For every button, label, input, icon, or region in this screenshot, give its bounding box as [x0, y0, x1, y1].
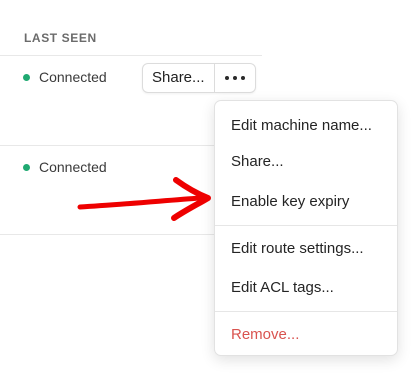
more-options-button[interactable] — [215, 64, 255, 92]
share-button[interactable]: Share... — [143, 64, 215, 92]
status-indicator: Connected — [23, 69, 107, 85]
status-dot-icon — [23, 73, 30, 81]
row-divider — [0, 145, 215, 146]
status-indicator: Connected — [23, 159, 107, 175]
header-divider — [0, 55, 262, 56]
ellipsis-icon — [240, 76, 245, 80]
status-text: Connected — [39, 69, 107, 85]
menu-item-share[interactable]: Share... — [231, 153, 284, 170]
context-menu: Edit machine name... Share... Enable key… — [214, 100, 398, 356]
row-divider — [0, 234, 215, 235]
menu-item-remove[interactable]: Remove... — [231, 326, 299, 343]
menu-item-enable-key-expiry[interactable]: Enable key expiry — [231, 193, 349, 210]
ellipsis-icon — [224, 76, 229, 80]
menu-separator — [215, 311, 397, 312]
menu-separator — [215, 225, 397, 226]
status-text: Connected — [39, 159, 107, 175]
row-actions: Share... — [142, 63, 256, 93]
ellipsis-icon — [232, 76, 237, 80]
menu-item-edit-machine-name[interactable]: Edit machine name... — [231, 117, 372, 134]
menu-item-edit-acl-tags[interactable]: Edit ACL tags... — [231, 279, 334, 296]
status-dot-icon — [23, 163, 30, 171]
column-header-last-seen: LAST SEEN — [24, 31, 97, 45]
menu-item-edit-route-settings[interactable]: Edit route settings... — [231, 240, 364, 257]
